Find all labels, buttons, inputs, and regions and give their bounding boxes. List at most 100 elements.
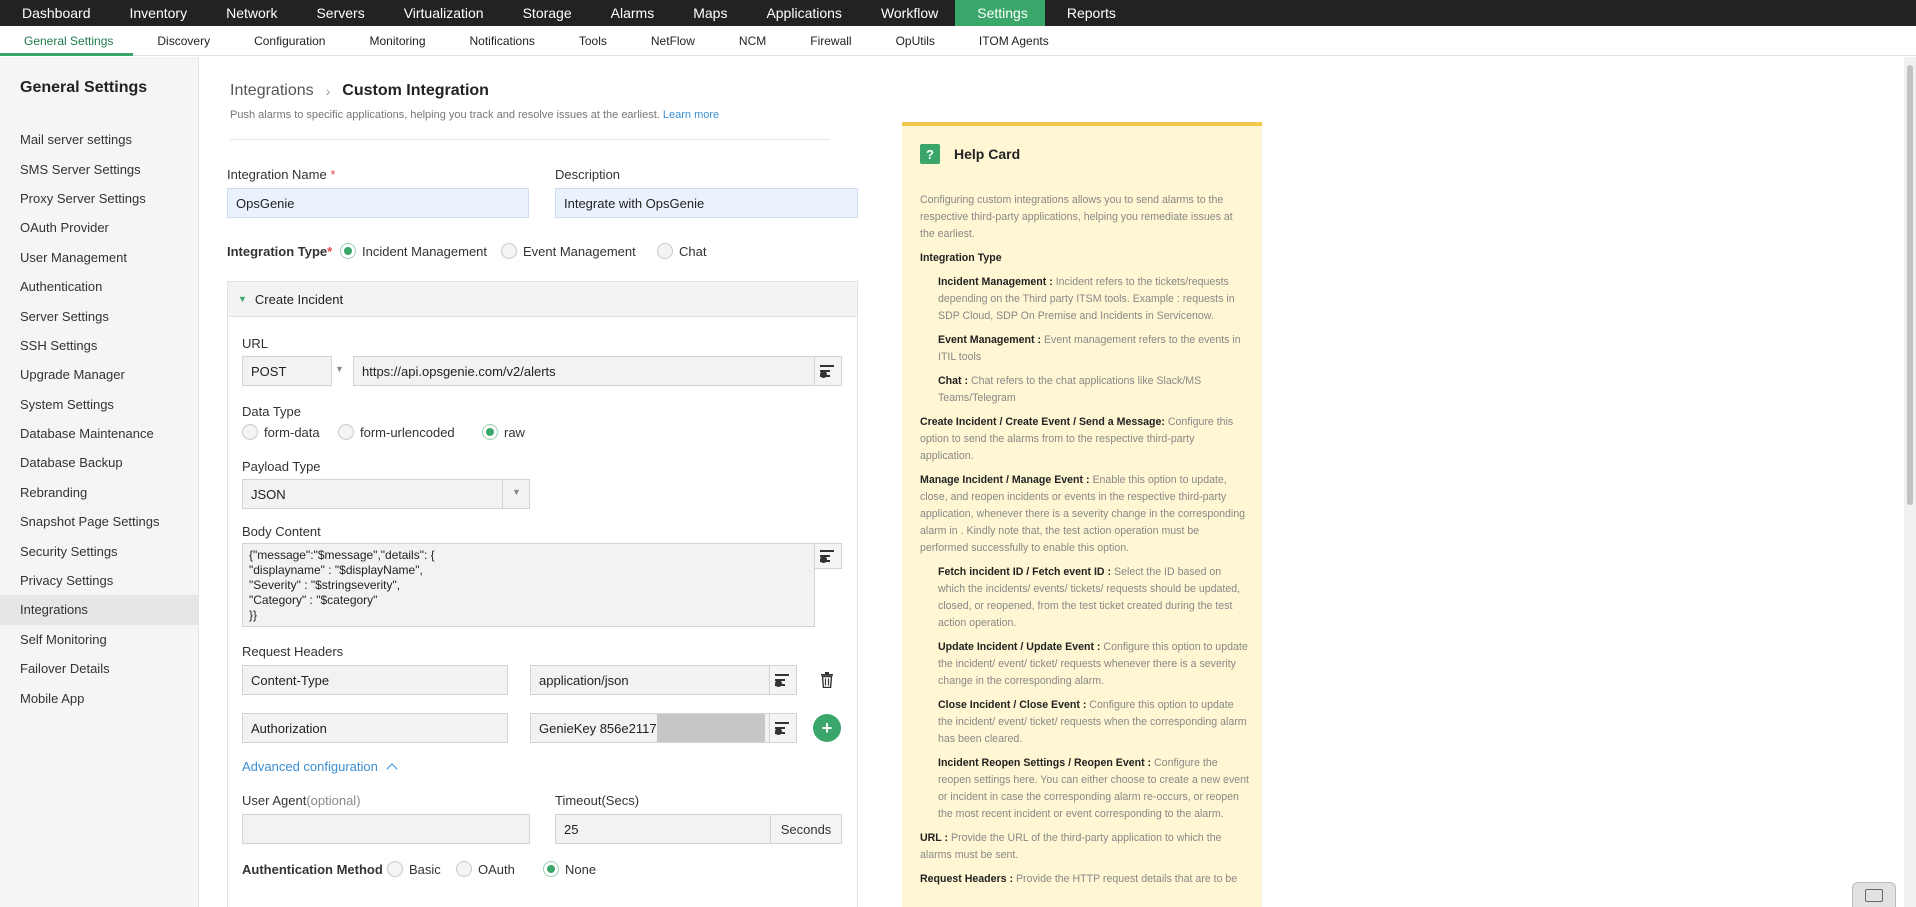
sidebar-item-proxy-server-settings[interactable]: Proxy Server Settings [0, 184, 198, 213]
radio-raw[interactable]: raw [482, 424, 525, 440]
integration-name-input[interactable]: OpsGenie [227, 188, 529, 218]
topnav-maps[interactable]: Maps [671, 0, 744, 26]
radio-event-management[interactable]: Event Management [501, 243, 636, 259]
sidebar-item-user-management[interactable]: User Management [0, 243, 198, 272]
radio-circle[interactable] [340, 243, 356, 259]
create-incident-header[interactable]: ▼ Create Incident [227, 281, 858, 317]
vertical-scrollbar[interactable] [1904, 57, 1916, 907]
url-input[interactable]: https://api.opsgenie.com/v2/alerts [353, 356, 815, 386]
sidebar-item-self-monitoring[interactable]: Self Monitoring [0, 625, 198, 654]
tab-discovery[interactable]: Discovery [133, 26, 230, 55]
header-key-input[interactable]: Content-Type [242, 665, 508, 695]
topnav-settings[interactable]: Settings [955, 0, 1045, 26]
sidebar-item-failover-details[interactable]: Failover Details [0, 654, 198, 683]
tab-general-settings[interactable]: General Settings [0, 26, 134, 56]
help-item: Manage Incident / Manage Event : Enable … [920, 472, 1250, 557]
sidebar-item-database-maintenance[interactable]: Database Maintenance [0, 419, 198, 448]
radio-form-urlencoded[interactable]: form-urlencoded [338, 424, 455, 440]
breadcrumb-parent-link[interactable]: Integrations [230, 82, 314, 100]
help-item: Fetch incident ID / Fetch event ID : Sel… [920, 564, 1250, 632]
tab-netflow[interactable]: NetFlow [627, 26, 715, 55]
help-item-key: Fetch incident ID / Fetch event ID : [938, 566, 1112, 578]
description-input[interactable]: Integrate with OpsGenie [555, 188, 858, 218]
sidebar-item-system-settings[interactable]: System Settings [0, 390, 198, 419]
radio-auth-oauth[interactable]: OAuth [456, 861, 515, 877]
sidebar-item-database-backup[interactable]: Database Backup [0, 448, 198, 477]
page-subtitle: Push alarms to specific applications, he… [230, 109, 719, 121]
tab-tools[interactable]: Tools [555, 26, 627, 55]
sidebar-item-privacy-settings[interactable]: Privacy Settings [0, 566, 198, 595]
sidebar-item-sms-server-settings[interactable]: SMS Server Settings [0, 154, 198, 183]
radio-circle[interactable] [501, 243, 517, 259]
trash-icon[interactable] [820, 672, 834, 688]
chevron-down-icon[interactable]: ▼ [512, 487, 521, 497]
radio-auth-none[interactable]: None [543, 861, 596, 877]
body-insert-variable-button[interactable] [814, 543, 842, 569]
tab-oputils[interactable]: OpUtils [872, 26, 955, 55]
topnav-dashboard[interactable]: Dashboard [0, 0, 108, 26]
radio-circle[interactable] [338, 424, 354, 440]
body-content-editor[interactable]: {"message":"$message","details": { "disp… [242, 543, 815, 627]
header-key-input[interactable]: Authorization [242, 713, 508, 743]
page-title: Custom Integration [342, 82, 489, 99]
payload-type-select[interactable]: JSON [242, 479, 530, 509]
add-header-button[interactable]: + [813, 714, 841, 742]
radio-label: raw [504, 424, 525, 440]
tab-firewall[interactable]: Firewall [786, 26, 871, 55]
radio-label: form-data [264, 424, 320, 440]
tab-notifications[interactable]: Notifications [446, 26, 555, 55]
learn-more-link[interactable]: Learn more [663, 109, 719, 121]
timeout-unit: Seconds [770, 814, 842, 844]
advanced-configuration-toggle[interactable]: Advanced configuration [242, 759, 398, 775]
topnav-storage[interactable]: Storage [501, 0, 589, 26]
topnav-workflow[interactable]: Workflow [859, 0, 955, 26]
topnav-virtualization[interactable]: Virtualization [382, 0, 501, 26]
tab-configuration[interactable]: Configuration [230, 26, 345, 55]
timeout-input[interactable]: 25 [555, 814, 771, 844]
radio-chat[interactable]: Chat [657, 243, 706, 259]
sidebar-item-mobile-app[interactable]: Mobile App [0, 683, 198, 712]
radio-circle[interactable] [456, 861, 472, 877]
payload-type-value: JSON [251, 486, 286, 502]
scrollbar-thumb[interactable] [1907, 65, 1913, 505]
sidebar-item-upgrade-manager[interactable]: Upgrade Manager [0, 360, 198, 389]
chevron-down-icon[interactable]: ▼ [335, 364, 344, 374]
radio-circle[interactable] [387, 861, 403, 877]
radio-incident-management[interactable]: Incident Management [340, 243, 487, 259]
radio-circle[interactable] [242, 424, 258, 440]
sidebar-item-mail-server-settings[interactable]: Mail server settings [0, 125, 198, 154]
help-item-key: Event Management : [938, 334, 1042, 346]
topnav-reports[interactable]: Reports [1045, 0, 1133, 26]
sidebar-item-integrations[interactable]: Integrations [0, 595, 198, 625]
http-method-select[interactable]: POST [242, 356, 332, 386]
header-insert-variable-button[interactable] [769, 713, 797, 743]
sidebar-item-security-settings[interactable]: Security Settings [0, 536, 198, 565]
help-item-text: Enable this option to update, close, and… [920, 474, 1246, 554]
topnav-servers[interactable]: Servers [294, 0, 381, 26]
radio-circle[interactable] [657, 243, 673, 259]
collapse-triangle-icon[interactable]: ▼ [238, 294, 247, 304]
sidebar-item-oauth-provider[interactable]: OAuth Provider [0, 213, 198, 242]
radio-auth-basic[interactable]: Basic [387, 861, 441, 877]
topnav-inventory[interactable]: Inventory [108, 0, 205, 26]
tab-ncm[interactable]: NCM [715, 26, 786, 55]
header-insert-variable-button[interactable] [769, 665, 797, 695]
topnav-network[interactable]: Network [204, 0, 294, 26]
tab-monitoring[interactable]: Monitoring [345, 26, 445, 55]
sidebar-item-snapshot-page-settings[interactable]: Snapshot Page Settings [0, 507, 198, 536]
radio-form-data[interactable]: form-data [242, 424, 320, 440]
sidebar-item-server-settings[interactable]: Server Settings [0, 301, 198, 330]
topnav-applications[interactable]: Applications [744, 0, 859, 26]
chat-button[interactable] [1852, 882, 1896, 907]
header-value-input[interactable]: application/json [530, 665, 770, 695]
topnav-alarms[interactable]: Alarms [589, 0, 672, 26]
user-agent-input[interactable] [242, 814, 530, 844]
insert-variable-button[interactable] [814, 356, 842, 386]
sidebar-item-rebranding[interactable]: Rebranding [0, 478, 198, 507]
sidebar-item-ssh-settings[interactable]: SSH Settings [0, 331, 198, 360]
radio-circle[interactable] [482, 424, 498, 440]
sidebar-item-authentication[interactable]: Authentication [0, 272, 198, 301]
sidebar: General Settings Mail server settings SMS… [0, 57, 199, 907]
tab-itom-agents[interactable]: ITOM Agents [955, 26, 1069, 55]
radio-circle[interactable] [543, 861, 559, 877]
